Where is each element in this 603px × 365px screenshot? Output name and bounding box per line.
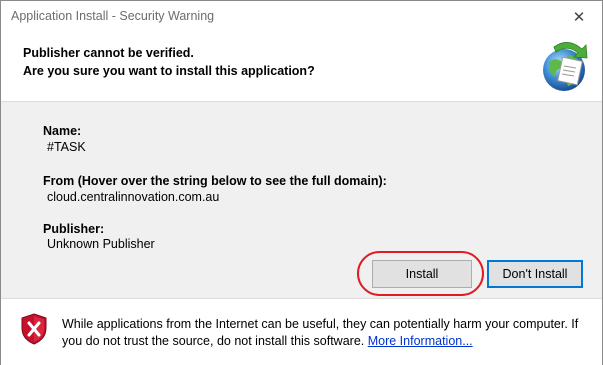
dont-install-button[interactable]: Don't Install bbox=[487, 260, 583, 288]
publisher-unverified-text: Publisher cannot be verified. bbox=[23, 46, 194, 60]
application-name: #TASK bbox=[47, 140, 86, 154]
more-information-link[interactable]: More Information... bbox=[368, 334, 473, 348]
window-title: Application Install - Security Warning bbox=[11, 9, 215, 23]
install-confirmation-question: Are you sure you want to install this ap… bbox=[23, 64, 315, 78]
title-bar[interactable]: Application Install - Security Warning ✕ bbox=[1, 1, 602, 32]
globe-install-icon bbox=[543, 42, 588, 91]
name-label: Name: bbox=[43, 124, 82, 138]
security-warning-dialog: Application Install - Security Warning ✕… bbox=[0, 0, 603, 365]
security-warning-message: While applications from the Internet can… bbox=[62, 316, 582, 350]
publisher-label: Publisher: bbox=[43, 222, 105, 236]
application-details: Name: #TASK From (Hover over the string … bbox=[1, 102, 602, 298]
highlight-annotation bbox=[357, 251, 484, 296]
close-button[interactable]: ✕ bbox=[556, 1, 602, 32]
shield-error-icon bbox=[21, 313, 47, 345]
dialog-header: Publisher cannot be verified. Are you su… bbox=[1, 32, 602, 102]
close-icon: ✕ bbox=[572, 8, 586, 26]
publisher-name: Unknown Publisher bbox=[47, 237, 155, 251]
source-domain[interactable]: cloud.centralinnovation.com.au bbox=[47, 190, 219, 204]
security-footer: While applications from the Internet can… bbox=[1, 298, 602, 365]
warning-body-text: While applications from the Internet can… bbox=[62, 317, 579, 348]
from-label: From (Hover over the string below to see… bbox=[43, 174, 387, 188]
